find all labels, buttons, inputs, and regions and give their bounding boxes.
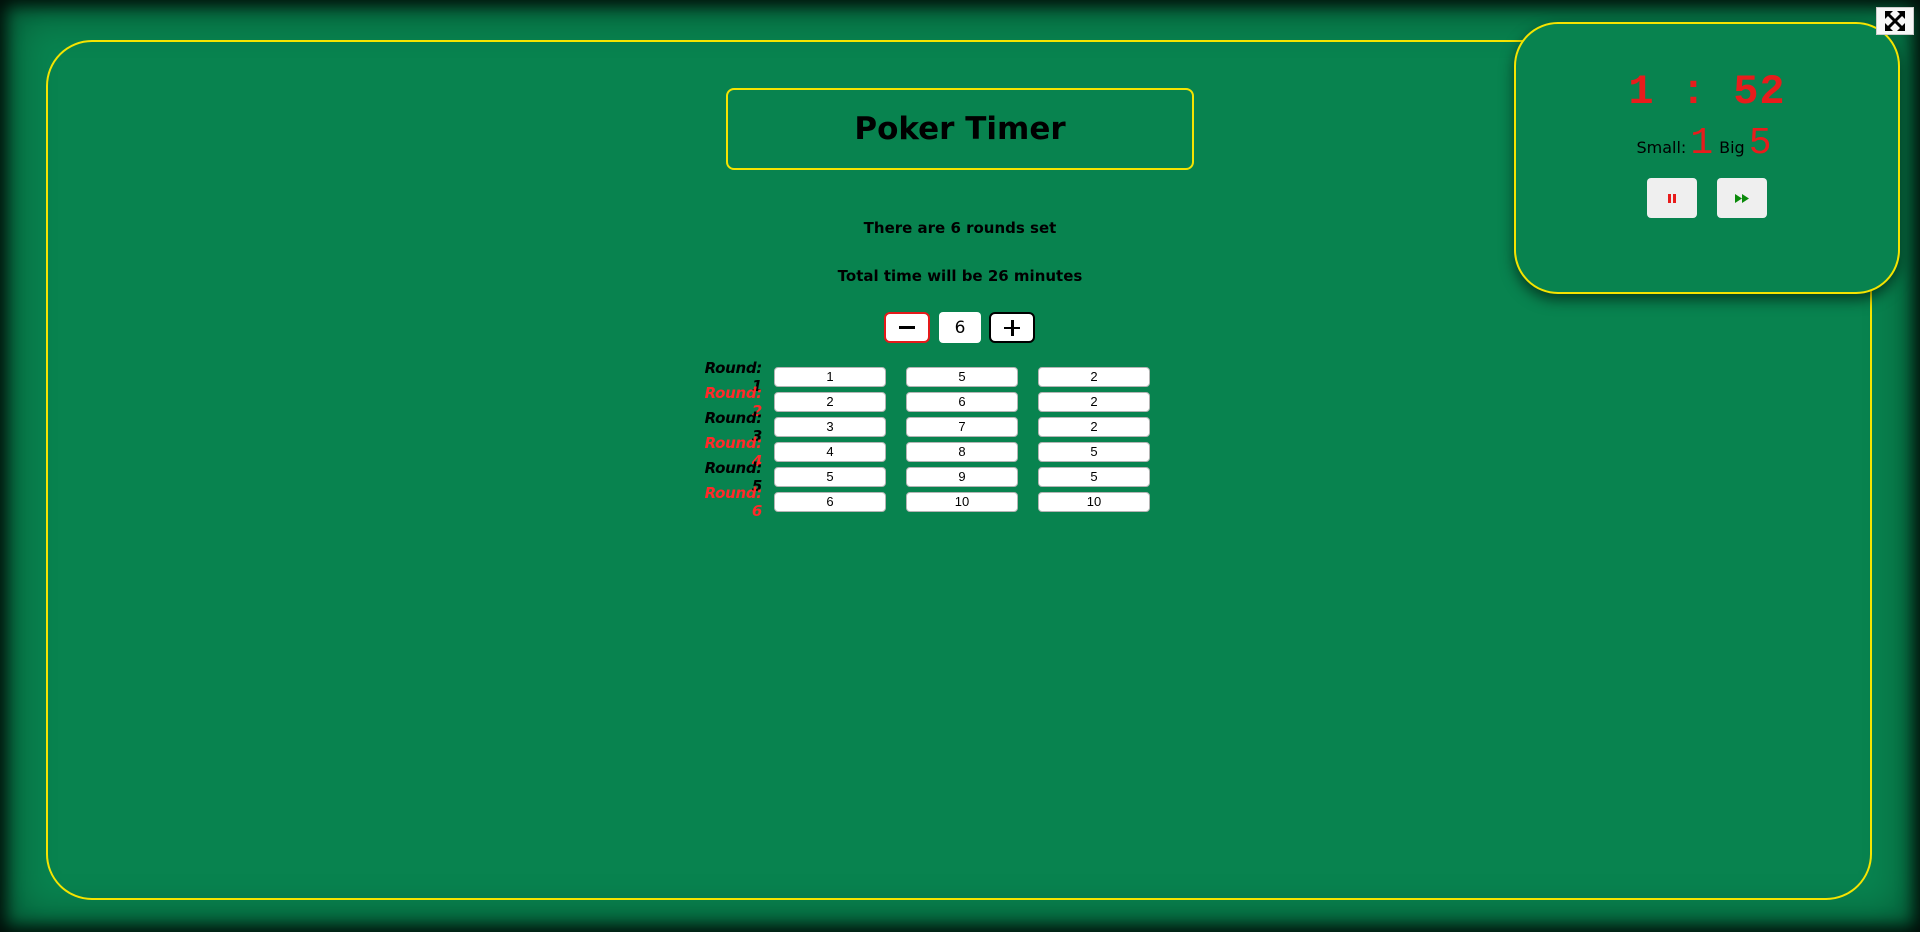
small-blind-input[interactable] <box>774 466 886 487</box>
fullscreen-button[interactable] <box>1876 7 1914 35</box>
small-blind-input[interactable] <box>774 366 886 387</box>
current-blinds: Small: 1 Big 5 <box>1516 122 1898 165</box>
countdown-display: 1 : 52 <box>1628 68 1786 116</box>
skip-round-button[interactable] <box>1717 178 1767 218</box>
round-minutes-input[interactable] <box>1038 491 1150 512</box>
timer-panel: 1 : 52 Small: 1 Big 5 <box>1514 22 1900 294</box>
big-blind-input[interactable] <box>906 391 1018 412</box>
big-blind-input[interactable] <box>906 441 1018 462</box>
round-minutes-input[interactable] <box>1038 441 1150 462</box>
big-blind-value: 5 <box>1748 122 1772 165</box>
round-row: Round: 1 <box>692 359 1170 395</box>
page-title: Poker Timer <box>854 111 1066 147</box>
round-minutes-input[interactable] <box>1038 416 1150 437</box>
small-blind-input[interactable] <box>774 391 886 412</box>
small-blind-value: 1 <box>1690 122 1714 165</box>
round-row: Round: 4 <box>692 434 1170 470</box>
round-minutes-input[interactable] <box>1038 391 1150 412</box>
big-blind-input[interactable] <box>906 416 1018 437</box>
big-blind-input[interactable] <box>906 366 1018 387</box>
pause-button[interactable] <box>1647 178 1697 218</box>
rounds-table: Round: 1 Round: 2 Round: 3 Round: 4 Roun… <box>692 359 1170 520</box>
small-blind-input[interactable] <box>774 491 886 512</box>
rounds-count-input[interactable] <box>939 312 981 343</box>
round-row: Round: 5 <box>692 459 1170 495</box>
increase-rounds-button[interactable] <box>989 312 1035 343</box>
round-minutes-input[interactable] <box>1038 466 1150 487</box>
plus-icon <box>1004 319 1020 336</box>
big-blind-input[interactable] <box>906 491 1018 512</box>
round-minutes-input[interactable] <box>1038 366 1150 387</box>
big-blind-label: Big <box>1719 138 1745 157</box>
rounds-stepper <box>884 312 1035 343</box>
round-row: Round: 2 <box>692 384 1170 420</box>
decrease-rounds-button[interactable] <box>884 312 930 343</box>
small-blind-label: Small: <box>1636 138 1687 157</box>
fast-forward-icon <box>1735 193 1749 203</box>
minus-icon <box>899 326 915 329</box>
small-blind-input[interactable] <box>774 441 886 462</box>
round-row: Round: 6 <box>692 484 1170 520</box>
small-blind-input[interactable] <box>774 416 886 437</box>
fullscreen-icon <box>1885 11 1905 31</box>
title-box: Poker Timer <box>726 88 1194 170</box>
pause-icon <box>1668 193 1676 203</box>
round-label: Round: 6 <box>704 483 763 520</box>
round-row: Round: 3 <box>692 409 1170 445</box>
big-blind-input[interactable] <box>906 466 1018 487</box>
